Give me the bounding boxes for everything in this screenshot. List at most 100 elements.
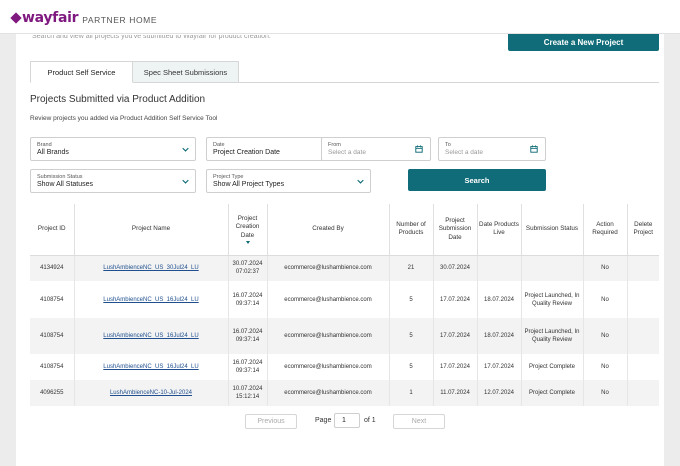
- logo-mark-icon: [10, 12, 22, 24]
- cell-submission-date: 17.07.2024: [433, 318, 478, 354]
- cell-number-of-products: 5: [389, 281, 434, 318]
- section-title: Projects Submitted via Product Addition: [30, 94, 206, 105]
- submission-status-value: Show All Statuses: [37, 181, 94, 188]
- col-header-submission-status[interactable]: Submission Status: [521, 204, 584, 256]
- project-name-link[interactable]: LushAmbienceNC-10-Jul-2024: [110, 390, 192, 396]
- cell-creation-date: 10.07.2024 15:12:14: [228, 380, 268, 406]
- brand-select[interactable]: Brand All Brands: [30, 137, 196, 161]
- cell-project-name: LushAmbienceNC_US_16Jul24_LU: [74, 281, 229, 318]
- col-header-creation-date[interactable]: Project Creation Date: [228, 204, 268, 256]
- cell-project-name: LushAmbienceNC_US_16Jul24_LU: [74, 318, 229, 354]
- to-date-input[interactable]: To Select a date: [438, 137, 546, 161]
- project-name-link[interactable]: LushAmbienceNC_US_16Jul24_LU: [103, 297, 198, 303]
- col-header-created-by[interactable]: Created By: [267, 204, 390, 256]
- cell-number-of-products: 21: [389, 255, 434, 281]
- calendar-icon[interactable]: [415, 145, 423, 153]
- cell-creation-date: 16.07.2024 09:37:14: [228, 354, 268, 380]
- from-date-input[interactable]: From Select a date: [321, 137, 431, 161]
- logo-wordmark: wayfair: [22, 10, 79, 26]
- project-name-link[interactable]: LushAmbienceNC_US_16Jul24_LU: [103, 364, 198, 370]
- chevron-down-icon: [182, 179, 189, 184]
- previous-page-button[interactable]: Previous: [245, 414, 297, 429]
- creation-time-text: 09:37:14: [235, 368, 260, 374]
- creation-date-text: 10.07.2024: [232, 386, 263, 392]
- cell-project-id: 4108754: [30, 318, 75, 354]
- cell-submission-status: Project Launched, In Quality Review: [521, 318, 584, 354]
- cell-created-by: ecommerce@lushambience.com: [267, 255, 390, 281]
- table-header-row: Project ID Project Name Project Creation…: [30, 204, 659, 256]
- chevron-down-icon: [182, 147, 189, 152]
- cell-created-by: ecommerce@lushambience.com: [267, 380, 390, 406]
- creation-time-text: 15:12:14: [235, 394, 260, 400]
- project-name-link[interactable]: LushAmbienceNC_US_16Jul24_LU: [103, 333, 198, 339]
- project-type-value: Show All Project Types: [213, 181, 285, 188]
- cell-submission-date: 17.07.2024: [433, 281, 478, 318]
- cell-action-required: No: [583, 354, 628, 380]
- cell-action-required: No: [583, 318, 628, 354]
- brand-select-value: All Brands: [37, 149, 69, 156]
- creation-date-text: 16.07.2024: [232, 360, 263, 366]
- brand-select-label: Brand: [37, 142, 52, 148]
- cell-project-id: 4108754: [30, 354, 75, 380]
- cell-delete-project: [627, 354, 659, 380]
- cell-number-of-products: 1: [389, 380, 434, 406]
- cell-date-live: [477, 255, 522, 281]
- cell-action-required: No: [583, 255, 628, 281]
- cell-number-of-products: 5: [389, 318, 434, 354]
- cell-created-by: ecommerce@lushambience.com: [267, 354, 390, 380]
- date-type-label: Date: [213, 142, 225, 148]
- creation-date-text: 16.07.2024: [232, 329, 263, 335]
- creation-date-text: 16.07.2024: [232, 292, 263, 299]
- cell-project-id: 4096255: [30, 380, 75, 406]
- cell-project-id: 4134924: [30, 255, 75, 281]
- cell-number-of-products: 5: [389, 354, 434, 380]
- tab-product-self-service[interactable]: Product Self Service: [30, 61, 133, 83]
- cell-project-name: LushAmbienceNC-10-Jul-2024: [74, 380, 229, 406]
- table-row: 4096255 LushAmbienceNC-10-Jul-2024 10.07…: [30, 380, 659, 406]
- top-bar: wayfair PARTNER HOME: [0, 0, 680, 34]
- submission-status-select[interactable]: Submission Status Show All Statuses: [30, 169, 196, 193]
- tab-spec-sheet-submissions[interactable]: Spec Sheet Submissions: [133, 61, 239, 83]
- cell-creation-date: 16.07.2024 09:37:14: [228, 318, 268, 354]
- col-header-project-name[interactable]: Project Name: [74, 204, 229, 256]
- project-type-select[interactable]: Project Type Show All Project Types: [206, 169, 371, 193]
- next-page-button[interactable]: Next: [393, 414, 445, 429]
- date-type-value: Project Creation Date: [213, 149, 280, 156]
- cell-project-name: LushAmbienceNC_US_30Jul24_LU: [74, 255, 229, 281]
- project-name-link[interactable]: LushAmbienceNC_US_30Jul24_LU: [103, 265, 198, 271]
- cell-date-live: 17.07.2024: [477, 354, 522, 380]
- table-row: 4108754 LushAmbienceNC_US_16Jul24_LU 16.…: [30, 281, 659, 318]
- cell-submission-status: [521, 255, 584, 281]
- cell-creation-date: 30.07.2024 07:02:37: [228, 255, 268, 281]
- from-date-placeholder: Select a date: [328, 149, 366, 156]
- cell-delete-project: [627, 255, 659, 281]
- col-header-submission-date[interactable]: Project Submission Date: [433, 204, 478, 256]
- cell-action-required: No: [583, 380, 628, 406]
- cell-date-live: 12.07.2024: [477, 380, 522, 406]
- search-button[interactable]: Search: [408, 169, 546, 191]
- cell-date-live: 18.07.2024: [477, 318, 522, 354]
- col-header-project-id[interactable]: Project ID: [30, 204, 75, 256]
- cell-submission-date: 30.07.2024: [433, 255, 478, 281]
- from-date-label: From: [328, 142, 341, 148]
- page-label: Page: [315, 417, 332, 424]
- col-header-creation-date-label: Project Creation Date: [235, 214, 260, 239]
- cell-project-name: LushAmbienceNC_US_16Jul24_LU: [74, 354, 229, 380]
- cell-delete-project: [627, 281, 659, 318]
- create-new-project-button[interactable]: Create a New Project: [508, 34, 659, 51]
- cell-created-by: ecommerce@lushambience.com: [267, 281, 390, 318]
- page-number-input[interactable]: 1: [334, 413, 360, 428]
- creation-time-text: 07:02:37: [235, 269, 260, 276]
- page-total-label: of 1: [364, 417, 376, 424]
- col-header-number-of-products[interactable]: Number of Products: [389, 204, 434, 256]
- to-date-placeholder: Select a date: [445, 149, 483, 156]
- col-header-delete-project: Delete Project: [627, 204, 659, 256]
- col-header-action-required[interactable]: Action Required: [583, 204, 628, 256]
- col-header-date-live[interactable]: Date Products Live: [477, 204, 522, 256]
- sort-desc-icon: [245, 241, 250, 244]
- calendar-icon[interactable]: [530, 145, 538, 153]
- cell-submission-date: 11.07.2024: [433, 380, 478, 406]
- cell-action-required: No: [583, 281, 628, 318]
- logo-subtitle: PARTNER HOME: [82, 14, 158, 25]
- wayfair-logo[interactable]: wayfair PARTNER HOME: [10, 10, 158, 26]
